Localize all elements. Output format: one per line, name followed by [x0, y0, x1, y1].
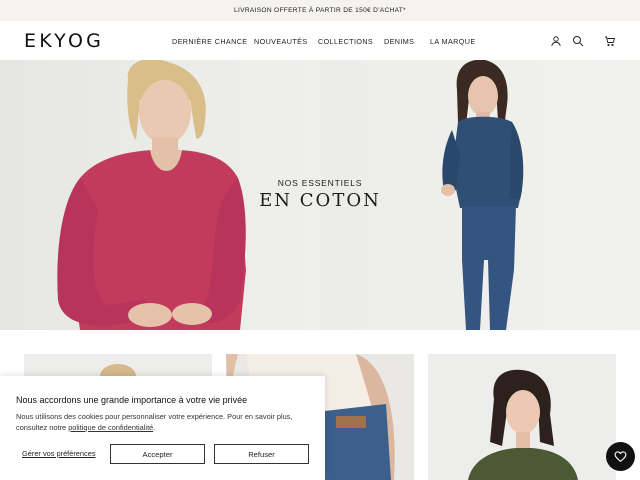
nav-la-marque[interactable]: LA MARQUE [430, 37, 476, 46]
site-header: EKYOG DERNIÈRE CHANCE NOUVEAUTÉS COLLECT… [0, 21, 640, 60]
privacy-policy-link[interactable]: politique de confidentialité [68, 423, 153, 432]
account-icon[interactable] [550, 35, 562, 47]
product-card[interactable] [428, 354, 616, 480]
cookie-text-end: . [153, 423, 156, 432]
nav-derniere-chance[interactable]: DERNIÈRE CHANCE [172, 37, 248, 46]
nav-denims[interactable]: DENIMS [384, 37, 414, 46]
product-image [428, 354, 616, 480]
hero-subtitle: NOS ESSENTIELS [277, 178, 363, 188]
search-icon[interactable] [572, 35, 584, 47]
cookie-title: Nous accordons une grande importance à v… [16, 395, 248, 405]
cookie-text: Nous utilisons des cookies pour personna… [16, 411, 316, 433]
manage-preferences-link[interactable]: Gérer vos préférences [22, 449, 96, 458]
accept-button[interactable]: Accepter [110, 444, 205, 464]
hero-banner[interactable]: NOS ESSENTIELS EN COTON [0, 60, 640, 330]
brand-logo[interactable]: EKYOG [24, 30, 104, 52]
cookie-banner: Nous accordons une grande importance à v… [0, 376, 325, 480]
promo-bar: LIVRAISON OFFERTE À PARTIR DE 150€ D'ACH… [0, 0, 640, 21]
refuse-button[interactable]: Refuser [214, 444, 309, 464]
cart-icon[interactable] [604, 35, 616, 47]
promo-text: LIVRAISON OFFERTE À PARTIR DE 150€ D'ACH… [234, 7, 406, 14]
hero-title: EN COTON [259, 190, 381, 211]
wishlist-button[interactable] [606, 442, 635, 471]
nav-collections[interactable]: COLLECTIONS [318, 37, 373, 46]
heart-icon [614, 451, 627, 463]
nav-nouveautes[interactable]: NOUVEAUTÉS [254, 37, 308, 46]
